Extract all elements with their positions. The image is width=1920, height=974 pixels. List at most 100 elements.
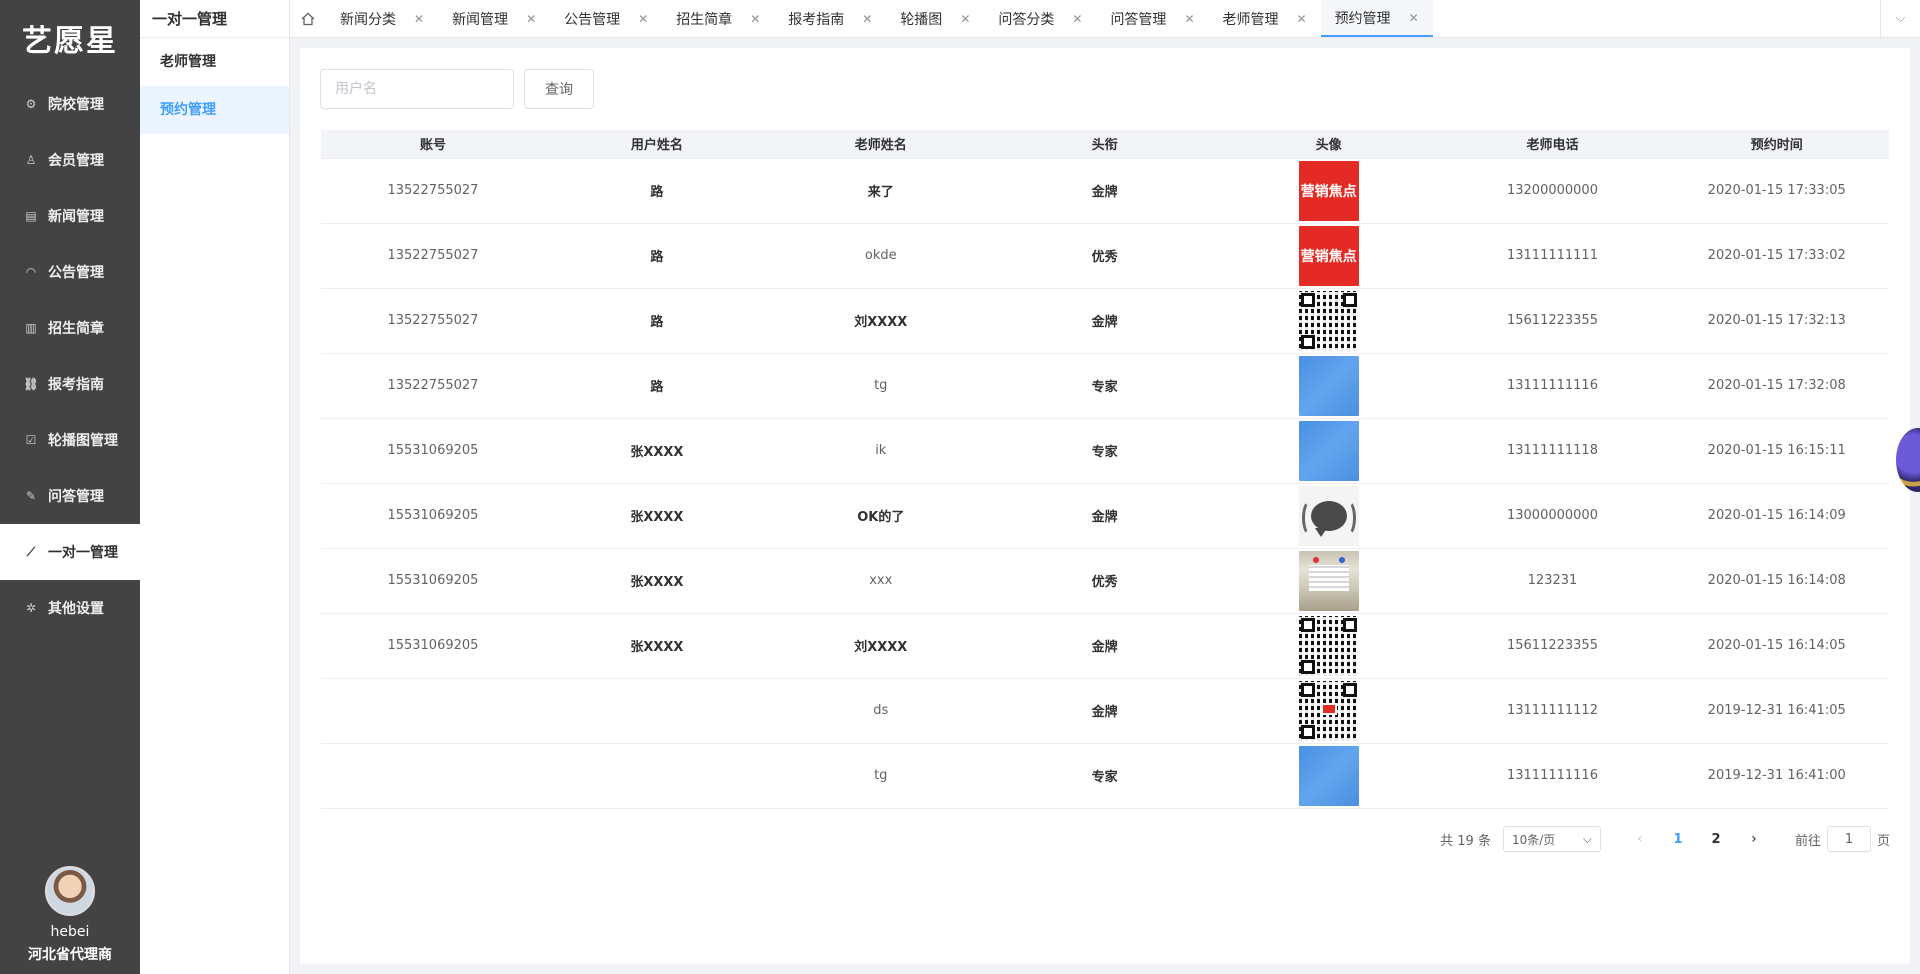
tab-4[interactable]: 报考指南 ✕ (774, 0, 886, 37)
tab-label: 问答分类 (998, 11, 1055, 28)
close-icon[interactable]: ✕ (526, 12, 536, 26)
main-menu: ⚙ 院校管理 ♙ 会员管理 ▤ 新闻管理 ◠ 公告管理 ▥ 招生简章 ⛓ 报考指南 ☑ 轮播图管理 ✎ 问答管… (0, 76, 140, 636)
sidebar-item-label: 新闻管理 (48, 209, 104, 225)
username-search-input[interactable] (320, 69, 514, 109)
tab-label: 公告管理 (564, 11, 621, 28)
page-size-select[interactable]: 10条/页 ⌵ (1502, 826, 1601, 852)
cell-account: 15531069205 (321, 483, 545, 549)
query-button[interactable]: 查询 (524, 69, 594, 109)
close-icon[interactable]: ✕ (414, 12, 424, 26)
close-icon[interactable]: ✕ (862, 12, 872, 26)
sub-sidebar-title: 一对一管理 (140, 0, 289, 38)
sidebar-item-label: 院校管理 (48, 97, 104, 113)
cell-avatar (1216, 418, 1441, 484)
tab-label: 报考指南 (788, 11, 845, 28)
table-row[interactable]: 15531069205 张XXXX OK的了 金牌 13000000000 2020-01… (321, 483, 1889, 549)
sidebar-item-7[interactable]: ✎ 问答管理 (0, 468, 140, 524)
sidebar-item-8[interactable]: ⟋ 一对一管理 (0, 524, 140, 580)
cell-time: 2020-01-15 16:14:08 (1664, 548, 1889, 614)
sidebar-item-label: 一对一管理 (48, 545, 118, 561)
sidebar-item-0[interactable]: ⚙ 院校管理 (0, 76, 140, 132)
cell-account: 13522755027 (321, 353, 545, 419)
sidebar-item-label: 报考指南 (48, 377, 104, 393)
table-row[interactable]: 13522755027 路刘XXXX 金牌 15611223355 2020-01-15… (321, 288, 1889, 354)
cell-teacher: 刘XXXX (768, 288, 993, 354)
tab-8[interactable]: 老师管理 ✕ (1209, 0, 1321, 37)
cell-user-name: 路 (544, 288, 769, 354)
cell-teacher: tg (768, 743, 993, 809)
table-row[interactable]: 15531069205 张XXXX 刘XXXX 金牌 15611223355 2020-0… (321, 613, 1889, 679)
tab-6[interactable]: 问答分类 ✕ (984, 0, 1096, 37)
chevron-down-icon: ⌵ (1582, 831, 1592, 846)
cell-phone: 13111111116 (1440, 743, 1665, 809)
prev-page-button[interactable]: ‹ (1627, 831, 1653, 847)
sub-sidebar-item-1[interactable]: 预约管理 (140, 86, 289, 134)
close-icon[interactable]: ✕ (1409, 11, 1419, 25)
sidebar-item-9[interactable]: ✲ 其他设置 (0, 580, 140, 636)
sidebar-item-4[interactable]: ▥ 招生简章 (0, 300, 140, 356)
tab-5[interactable]: 轮播图 ✕ (886, 0, 984, 37)
sidebar-item-label: 会员管理 (48, 153, 104, 169)
tab-dropdown-button[interactable]: ⌵ (1880, 0, 1920, 37)
user-profile: hebei 河北省代理商 (0, 866, 140, 964)
cell-phone: 13000000000 (1440, 483, 1665, 549)
sidebar-item-2[interactable]: ▤ 新闻管理 (0, 188, 140, 244)
cell-account: 13522755027 (321, 158, 545, 224)
chevron-down-icon: ⌵ (1895, 11, 1906, 26)
sidebar-item-label: 问答管理 (48, 489, 104, 505)
next-page-button[interactable]: › (1741, 831, 1767, 847)
table-row[interactable]: tg 专家 13111111116 2019-12-31 16:41:00 (321, 743, 1889, 809)
teacher-avatar-image (1298, 680, 1359, 741)
table-row[interactable]: 13522755027 路来了 金牌 营销焦点 13200000000 2020-01-1… (321, 158, 1889, 224)
close-icon[interactable]: ✕ (1072, 12, 1082, 26)
cell-avatar: 营销焦点 (1216, 158, 1441, 224)
tab-0[interactable]: 新闻分类 ✕ (326, 0, 438, 37)
tab-label: 问答管理 (1110, 11, 1167, 28)
cell-title: 金牌 (992, 288, 1217, 354)
table-row[interactable]: 15531069205 张XXXX xxx 优秀 123231 2020-01-15 16… (321, 548, 1889, 614)
avatar-text: 营销焦点 (1300, 183, 1357, 200)
cell-account: 15531069205 (321, 613, 545, 679)
page-number[interactable]: 1 (1665, 832, 1691, 847)
sidebar-item-3[interactable]: ◠ 公告管理 (0, 244, 140, 300)
cell-user-name: 张XXXX (544, 483, 769, 549)
table-row[interactable]: 15531069205 张XXXX ik 专家 13111111118 2020-01-1… (321, 418, 1889, 484)
close-icon[interactable]: ✕ (1297, 12, 1307, 26)
goto-page-input[interactable] (1826, 826, 1871, 852)
table-row[interactable]: ds 金牌 13111111112 2019-12-31 16:41:05 (321, 678, 1889, 744)
close-icon[interactable]: ✕ (638, 12, 648, 26)
sidebar-item-1[interactable]: ♙ 会员管理 (0, 132, 140, 188)
cell-teacher: OK的了 (768, 483, 993, 549)
tab-3[interactable]: 招生简章 ✕ (662, 0, 774, 37)
tab-2[interactable]: 公告管理 ✕ (550, 0, 662, 37)
cell-phone: 13111111111 (1440, 223, 1665, 289)
page-number[interactable]: 2 (1703, 832, 1729, 847)
close-icon[interactable]: ✕ (750, 12, 760, 26)
tab-7[interactable]: 问答管理 ✕ (1096, 0, 1208, 37)
cell-user-name (544, 678, 769, 744)
teacher-avatar-image: 营销焦点 (1298, 160, 1359, 221)
sidebar-item-5[interactable]: ⛓ 报考指南 (0, 356, 140, 412)
column-header: 预约时间 (1664, 130, 1889, 159)
sub-sidebar-item-0[interactable]: 老师管理 (140, 38, 289, 86)
sidebar-item-6[interactable]: ☑ 轮播图管理 (0, 412, 140, 468)
cell-title: 金牌 (992, 158, 1217, 224)
user-avatar[interactable] (45, 866, 95, 916)
sidebar-item-label: 轮播图管理 (48, 433, 118, 449)
tab-9[interactable]: 预约管理 ✕ (1320, 0, 1433, 37)
table-row[interactable]: 13522755027 路 okde 优秀 营销焦点 13111111111 2020-01… (321, 223, 1889, 289)
close-icon[interactable]: ✕ (960, 12, 970, 26)
close-icon[interactable]: ✕ (1184, 12, 1194, 26)
cell-phone: 13200000000 (1440, 158, 1665, 224)
table-row[interactable]: 13522755027 路 tg 专家 13111111116 2020-01-15 17… (321, 353, 1889, 419)
cell-time: 2020-01-15 17:33:05 (1664, 158, 1889, 224)
teacher-avatar-image (1298, 420, 1359, 481)
cell-title: 金牌 (992, 613, 1217, 679)
cell-phone: 13111111118 (1440, 418, 1665, 484)
home-tab[interactable] (290, 0, 326, 37)
cell-time: 2020-01-15 16:14:05 (1664, 613, 1889, 679)
file-icon: ▥ (25, 321, 37, 335)
sidebar-item-label: 公告管理 (48, 265, 104, 281)
tab-1[interactable]: 新闻管理 ✕ (438, 0, 550, 37)
cell-time: 2020-01-15 16:15:11 (1664, 418, 1889, 484)
